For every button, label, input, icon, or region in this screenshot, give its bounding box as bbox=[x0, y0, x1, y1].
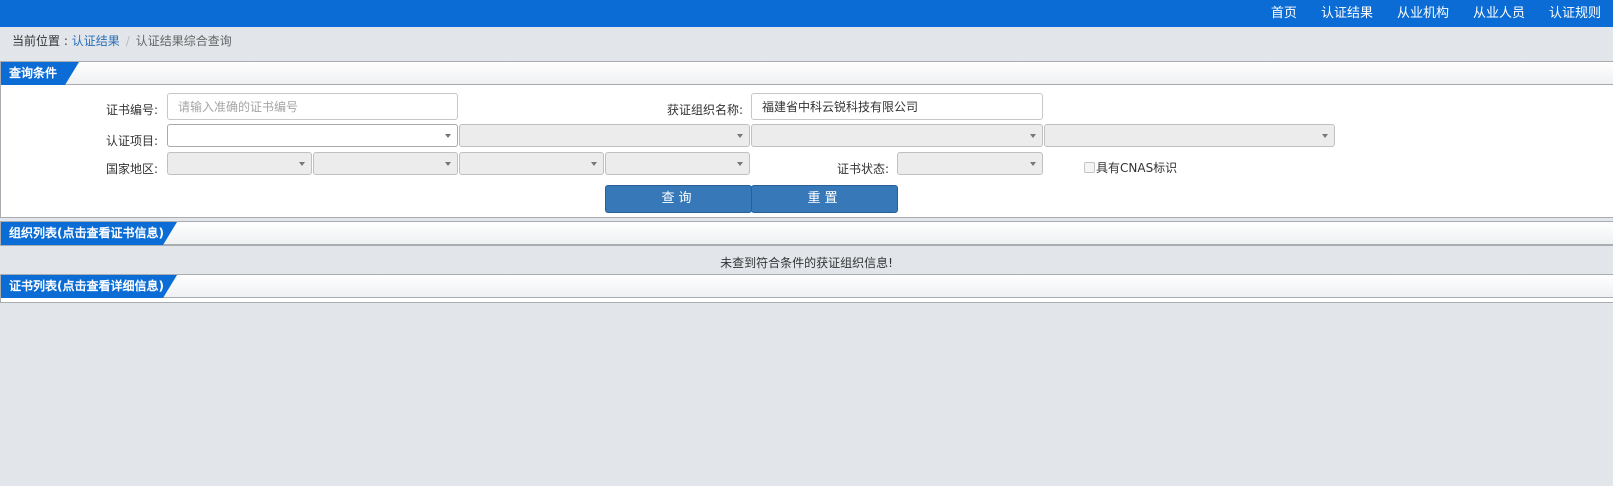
region-label: 国家地区: bbox=[105, 162, 158, 176]
org-name-label: 获证组织名称: bbox=[666, 103, 743, 117]
cert-no-input[interactable] bbox=[167, 93, 458, 120]
region-select-4[interactable] bbox=[605, 152, 750, 175]
project-select-4[interactable] bbox=[1044, 124, 1335, 147]
project-select-1[interactable] bbox=[167, 124, 458, 147]
nav-item-cert-results[interactable]: 认证结果 bbox=[1309, 0, 1385, 27]
cert-list-panel-title: 证书列表(点击查看详细信息) bbox=[1, 275, 177, 298]
cert-list-panel: 证书列表(点击查看详细信息) bbox=[0, 274, 1613, 303]
org-list-panel-title: 组织列表(点击查看证书信息) bbox=[1, 222, 177, 245]
query-button[interactable]: 查询 bbox=[605, 185, 752, 213]
main-nav: 首页 认证结果 从业机构 从业人员 认证规则 bbox=[1259, 0, 1613, 27]
cnas-checkbox[interactable] bbox=[1084, 162, 1095, 173]
nav-item-rules[interactable]: 认证规则 bbox=[1537, 0, 1613, 27]
top-nav-bar: 首页 认证结果 从业机构 从业人员 认证规则 bbox=[0, 0, 1613, 27]
region-select-1[interactable] bbox=[167, 152, 312, 175]
chevron-down-icon bbox=[737, 162, 743, 166]
region-select-2[interactable] bbox=[313, 152, 458, 175]
query-panel: 查询条件 证书编号: 获证组织名称: 认证项目: 国家地区: 证书状态: 具有C… bbox=[0, 61, 1613, 218]
breadcrumb-prefix: 当前位置 : bbox=[12, 34, 72, 48]
nav-item-home[interactable]: 首页 bbox=[1259, 0, 1309, 27]
project-label: 认证项目: bbox=[105, 134, 158, 148]
chevron-down-icon bbox=[737, 134, 743, 138]
chevron-down-icon bbox=[299, 162, 305, 166]
status-label: 证书状态: bbox=[836, 162, 889, 176]
breadcrumb-separator: / bbox=[125, 34, 130, 48]
chevron-down-icon bbox=[1030, 162, 1036, 166]
query-panel-title: 查询条件 bbox=[1, 62, 79, 85]
chevron-down-icon bbox=[1322, 134, 1328, 138]
project-select-2[interactable] bbox=[459, 124, 750, 147]
cnas-checkbox-text: 具有CNAS标识 bbox=[1096, 161, 1178, 175]
chevron-down-icon bbox=[445, 134, 451, 138]
project-select-3[interactable] bbox=[751, 124, 1043, 147]
chevron-down-icon bbox=[591, 162, 597, 166]
status-select[interactable] bbox=[897, 152, 1043, 175]
chevron-down-icon bbox=[445, 162, 451, 166]
breadcrumb: 当前位置 : 认证结果 / 认证结果综合查询 bbox=[12, 34, 232, 48]
breadcrumb-link-cert-results[interactable]: 认证结果 bbox=[72, 34, 120, 48]
cert-no-label: 证书编号: bbox=[105, 103, 158, 117]
nav-item-practitioners[interactable]: 从业人员 bbox=[1461, 0, 1537, 27]
org-list-panel-header: 组织列表(点击查看证书信息) bbox=[1, 222, 1613, 245]
chevron-down-icon bbox=[1030, 134, 1036, 138]
org-name-input[interactable] bbox=[751, 93, 1043, 120]
query-panel-header: 查询条件 bbox=[1, 62, 1613, 85]
org-list-empty-message: 未查到符合条件的获证组织信息! bbox=[720, 256, 893, 270]
cert-list-panel-header: 证书列表(点击查看详细信息) bbox=[1, 275, 1613, 298]
breadcrumb-current: 认证结果综合查询 bbox=[135, 34, 232, 48]
nav-item-agencies[interactable]: 从业机构 bbox=[1385, 0, 1461, 27]
reset-button[interactable]: 重置 bbox=[751, 185, 898, 213]
region-select-3[interactable] bbox=[459, 152, 604, 175]
cnas-checkbox-label[interactable]: 具有CNAS标识 bbox=[1084, 159, 1177, 176]
org-list-panel: 组织列表(点击查看证书信息) bbox=[0, 221, 1613, 246]
